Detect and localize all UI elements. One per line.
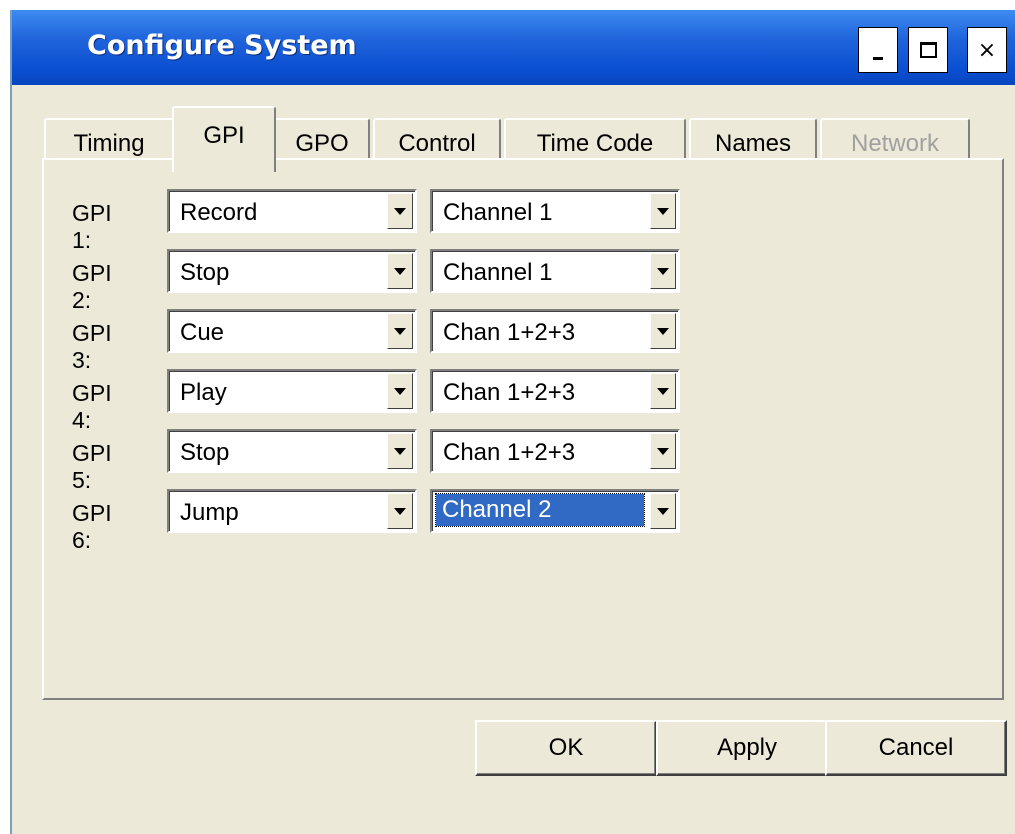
title-bar[interactable]: Configure System × xyxy=(12,10,1015,85)
chevron-down-icon xyxy=(394,207,406,215)
chevron-down-icon xyxy=(394,327,406,335)
chevron-down-icon xyxy=(657,207,669,215)
dropdown-button[interactable] xyxy=(387,373,413,409)
dropdown-button[interactable] xyxy=(650,193,676,229)
dropdown-button[interactable] xyxy=(387,493,413,529)
tab-label: Time Code xyxy=(536,130,654,157)
dropdown-button[interactable] xyxy=(387,253,413,289)
gpi-3-action-select[interactable]: Cue xyxy=(167,309,417,353)
gpi-5-channel-select[interactable]: Chan 1+2+3 xyxy=(430,429,680,473)
close-button[interactable]: × xyxy=(967,27,1007,73)
gpi-5-label: GPI 5: xyxy=(72,440,112,493)
selected-value: Chan 1+2+3 xyxy=(443,319,576,346)
dropdown-button[interactable] xyxy=(650,253,676,289)
minimize-button[interactable] xyxy=(858,27,898,73)
gpi-6-label: GPI 6: xyxy=(72,500,112,553)
selected-value: Channel 2 xyxy=(435,493,645,527)
cancel-button[interactable]: Cancel xyxy=(825,720,1007,776)
close-icon: × xyxy=(977,37,997,63)
tab-gpi[interactable]: GPI xyxy=(172,106,276,172)
gpi-4-channel-select[interactable]: Chan 1+2+3 xyxy=(430,369,680,413)
gpi-1-label: GPI 1: xyxy=(72,200,112,253)
apply-button[interactable]: Apply xyxy=(656,720,838,776)
apply-button-label: Apply xyxy=(716,734,778,761)
dropdown-button[interactable] xyxy=(650,313,676,349)
chevron-down-icon xyxy=(657,327,669,335)
gpi-3-label: GPI 3: xyxy=(72,320,112,373)
selected-value: Record xyxy=(180,199,258,226)
gpi-2-channel-select[interactable]: Channel 1 xyxy=(430,249,680,293)
chevron-down-icon xyxy=(394,447,406,455)
chevron-down-icon xyxy=(657,447,669,455)
selected-value: Chan 1+2+3 xyxy=(443,379,576,406)
gpi-5-action-select[interactable]: Stop xyxy=(167,429,417,473)
chevron-down-icon xyxy=(394,387,406,395)
selected-value: Chan 1+2+3 xyxy=(443,439,576,466)
tab-label: Names xyxy=(714,130,792,157)
gpi-1-channel-select[interactable]: Channel 1 xyxy=(430,189,680,233)
tab-label: GPO xyxy=(295,130,349,157)
dropdown-button[interactable] xyxy=(650,433,676,469)
dropdown-button[interactable] xyxy=(387,193,413,229)
tab-label: Control xyxy=(398,130,476,157)
gpi-1-action-select[interactable]: Record xyxy=(167,189,417,233)
gpi-6-channel-select[interactable]: Channel 2 xyxy=(430,489,680,533)
ok-button[interactable]: OK xyxy=(475,720,657,776)
dropdown-button[interactable] xyxy=(650,373,676,409)
selected-value: Stop xyxy=(180,259,230,286)
selected-value: Channel 1 xyxy=(443,199,553,226)
cancel-button-label: Cancel xyxy=(878,734,954,761)
gpi-3-channel-select[interactable]: Chan 1+2+3 xyxy=(430,309,680,353)
gpi-2-label: GPI 2: xyxy=(72,260,112,313)
tab-label: GPI xyxy=(203,122,245,149)
maximize-icon xyxy=(919,42,937,58)
chevron-down-icon xyxy=(394,267,406,275)
gpi-2-action-select[interactable]: Stop xyxy=(167,249,417,293)
configure-system-dialog: Configure System × Timing GPI GPO Contro… xyxy=(10,10,1015,834)
maximize-button[interactable] xyxy=(908,27,948,73)
dropdown-button[interactable] xyxy=(387,313,413,349)
chevron-down-icon xyxy=(394,507,406,515)
chevron-down-icon xyxy=(657,387,669,395)
selected-value: Play xyxy=(180,379,227,406)
gpi-6-action-select[interactable]: Jump xyxy=(167,489,417,533)
gpi-4-action-select[interactable]: Play xyxy=(167,369,417,413)
tab-label: Network xyxy=(850,130,940,157)
selected-value: Channel 1 xyxy=(443,259,553,286)
selected-value: Jump xyxy=(180,499,239,526)
window-title: Configure System xyxy=(87,30,357,61)
gpi-4-label: GPI 4: xyxy=(72,380,112,433)
selected-value: Cue xyxy=(180,319,225,346)
tab-label: Timing xyxy=(73,130,145,157)
dropdown-button[interactable] xyxy=(650,493,676,529)
ok-button-label: OK xyxy=(548,734,584,761)
dropdown-button[interactable] xyxy=(387,433,413,469)
chevron-down-icon xyxy=(657,507,669,515)
selected-value: Stop xyxy=(180,439,230,466)
minimize-icon xyxy=(873,56,883,60)
chevron-down-icon xyxy=(657,267,669,275)
